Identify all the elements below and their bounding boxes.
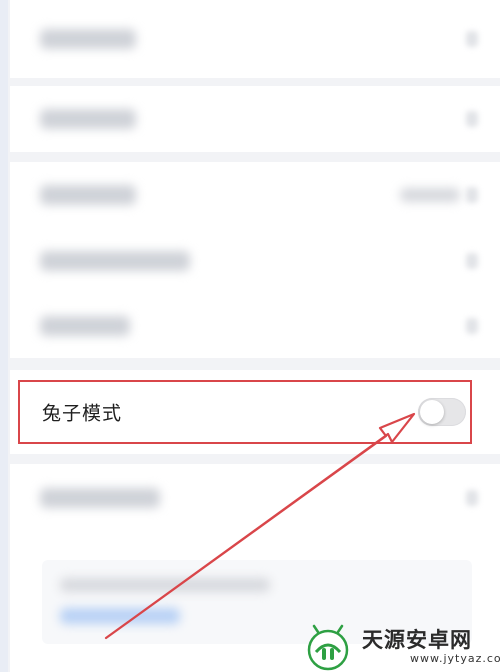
blurred-value — [400, 188, 460, 202]
group-gap — [10, 152, 500, 162]
group-gap — [10, 454, 500, 464]
settings-row-blurred-2[interactable] — [10, 86, 500, 152]
settings-row-blurred-5[interactable] — [10, 294, 500, 358]
blurred-label — [40, 251, 190, 271]
site-watermark: 天源安卓网 www.jytyaz.com — [298, 622, 500, 672]
settings-row-blurred-3[interactable] — [10, 162, 500, 228]
group-gap — [10, 78, 500, 86]
chevron-right-icon — [466, 187, 478, 203]
watermark-logo-icon — [307, 624, 349, 671]
chevron-right-icon — [466, 490, 478, 506]
settings-row-blurred-1[interactable] — [10, 0, 500, 78]
blurred-label — [40, 109, 136, 129]
blurred-label — [40, 185, 136, 205]
blurred-label — [40, 316, 130, 336]
chevron-right-icon — [466, 253, 478, 269]
watermark-url: www.jytyaz.com — [410, 652, 500, 665]
blurred-label — [40, 29, 136, 49]
blurred-link[interactable] — [60, 608, 180, 624]
chevron-right-icon — [466, 111, 478, 127]
rabbit-mode-highlight-box[interactable]: 兔子模式 — [18, 380, 472, 444]
blurred-label — [40, 488, 160, 508]
group-gap — [10, 358, 500, 370]
watermark-name: 天源安卓网 — [362, 628, 472, 652]
rabbit-mode-label: 兔子模式 — [42, 402, 123, 425]
chevron-right-icon — [466, 318, 478, 334]
chevron-right-icon — [466, 31, 478, 47]
settings-row-blurred-4[interactable] — [10, 228, 500, 294]
settings-screen: 兔子模式 天源安卓网 www.jytyaz.com — [0, 0, 500, 672]
blurred-text — [60, 578, 270, 592]
left-edge-strip — [0, 0, 8, 672]
toggle-knob — [420, 400, 444, 424]
rabbit-mode-toggle[interactable] — [418, 398, 466, 426]
